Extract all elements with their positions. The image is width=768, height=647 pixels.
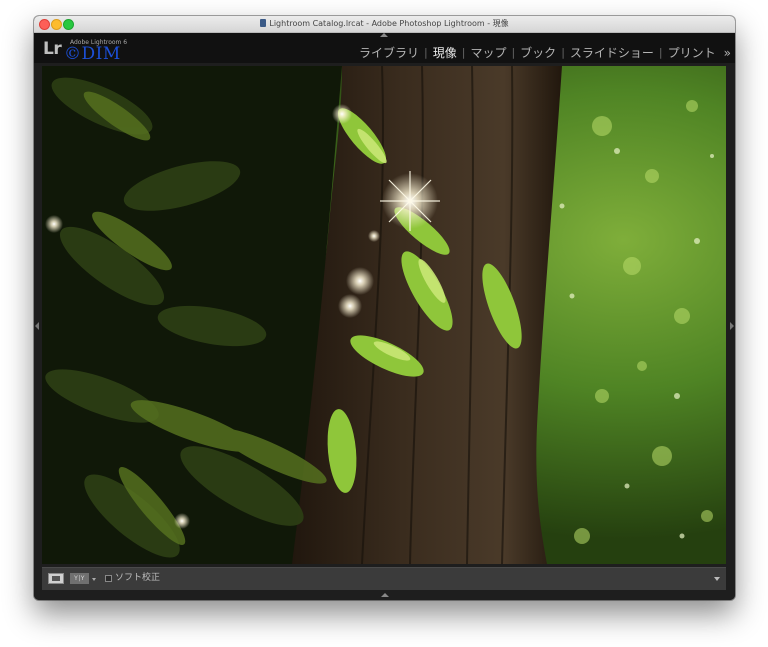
loupe-view-button[interactable]	[48, 573, 64, 584]
soft-proofing-label: ソフト校正	[115, 573, 161, 583]
before-after-view-button[interactable]: Y|Y	[70, 573, 89, 584]
lightroom-logo: Lr	[43, 39, 62, 59]
photo-image	[42, 66, 726, 564]
photo-preview[interactable]	[42, 66, 726, 564]
top-panel-toggle-arrow[interactable]	[380, 33, 388, 37]
before-after-dropdown-icon[interactable]	[92, 578, 96, 581]
module-slideshow[interactable]: スライドショー	[565, 44, 659, 61]
bottom-toolbar: Y|Y ソフト校正	[42, 567, 726, 590]
module-print[interactable]: プリント	[663, 44, 721, 61]
soft-proofing-checkbox[interactable]	[105, 575, 112, 582]
module-picker: ライブラリ | 現像 | マップ | ブック | スライドショー | プリント …	[354, 44, 731, 61]
module-develop[interactable]: 現像	[428, 44, 462, 61]
catalog-document-icon	[260, 19, 267, 27]
module-map[interactable]: マップ	[465, 44, 511, 61]
module-book[interactable]: ブック	[515, 44, 561, 61]
title-bar[interactable]: Lightroom Catalog.lrcat - Adobe Photosho…	[34, 16, 735, 33]
module-library[interactable]: ライブラリ	[354, 44, 424, 61]
bottom-panel-toggle-arrow[interactable]	[381, 593, 389, 597]
identity-watermark: ©DIM	[64, 44, 121, 64]
left-panel-toggle-arrow[interactable]	[35, 322, 39, 330]
window-title-text: Lightroom Catalog.lrcat - Adobe Photosho…	[269, 19, 509, 28]
more-modules-icon[interactable]: »	[721, 46, 731, 60]
window-title: Lightroom Catalog.lrcat - Adobe Photosho…	[34, 17, 735, 31]
lightroom-window: Lightroom Catalog.lrcat - Adobe Photosho…	[34, 16, 735, 600]
toolbar-options-dropdown-icon[interactable]	[714, 577, 720, 581]
right-panel-toggle-arrow[interactable]	[730, 322, 734, 330]
